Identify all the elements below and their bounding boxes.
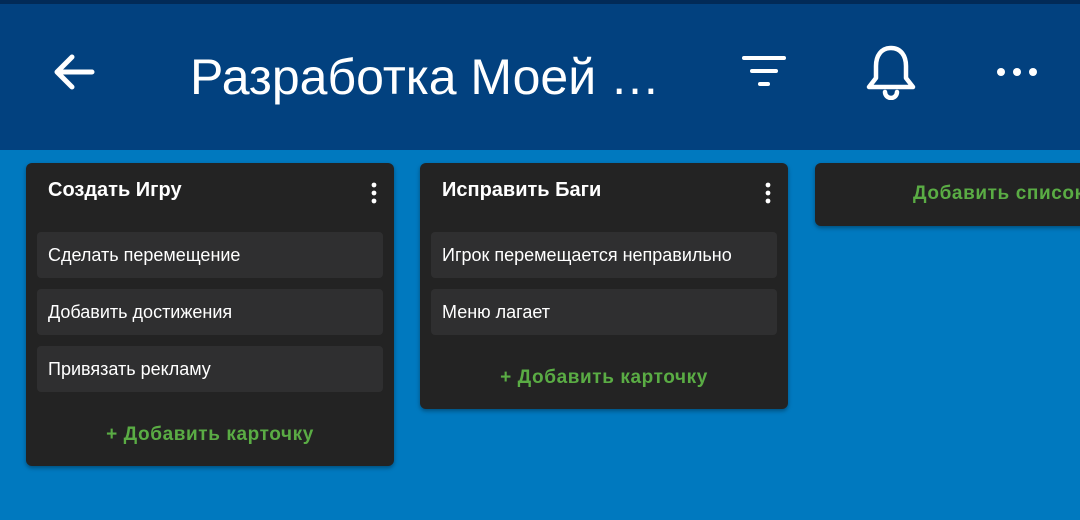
list-fix-bugs: Исправить Баги Игрок перемещается неправ… bbox=[420, 163, 788, 409]
add-list-label: Добавить список bbox=[913, 183, 1080, 204]
card-title: Привязать рекламу bbox=[48, 359, 211, 379]
list-title: Исправить Баги bbox=[442, 179, 602, 201]
notifications-button[interactable] bbox=[855, 36, 927, 108]
more-vertical-icon bbox=[765, 182, 771, 204]
add-card-button[interactable]: + Добавить карточку bbox=[26, 424, 394, 446]
card[interactable]: Сделать перемещение bbox=[37, 232, 383, 278]
list-create-game: Создать Игру Сделать перемещение Добавит… bbox=[26, 163, 394, 466]
card-title: Меню лагает bbox=[442, 302, 550, 322]
add-card-button[interactable]: + Добавить карточку bbox=[420, 367, 788, 389]
card[interactable]: Привязать рекламу bbox=[37, 346, 383, 392]
list-title: Создать Игру bbox=[48, 179, 182, 201]
card[interactable]: Игрок перемещается неправильно bbox=[431, 232, 777, 278]
more-dots-icon bbox=[997, 68, 1037, 76]
bell-icon bbox=[866, 45, 916, 100]
arrow-back-icon bbox=[54, 54, 95, 90]
board-title: Разработка Моей … bbox=[190, 49, 661, 105]
card-title: Добавить достижения bbox=[48, 302, 233, 322]
card-title: Игрок перемещается неправильно bbox=[442, 245, 732, 265]
more-vertical-icon bbox=[371, 182, 377, 204]
card-title: Сделать перемещение bbox=[48, 245, 241, 265]
add-list-button[interactable]: Добавить список bbox=[815, 163, 1080, 226]
filter-button[interactable] bbox=[730, 36, 798, 108]
more-options-button[interactable] bbox=[985, 36, 1049, 108]
card[interactable]: Добавить достижения bbox=[37, 289, 383, 335]
list-menu-button[interactable] bbox=[756, 175, 780, 211]
list-menu-button[interactable] bbox=[362, 175, 386, 211]
back-button[interactable] bbox=[40, 36, 108, 108]
card[interactable]: Меню лагает bbox=[431, 289, 777, 335]
filter-icon bbox=[742, 56, 786, 86]
